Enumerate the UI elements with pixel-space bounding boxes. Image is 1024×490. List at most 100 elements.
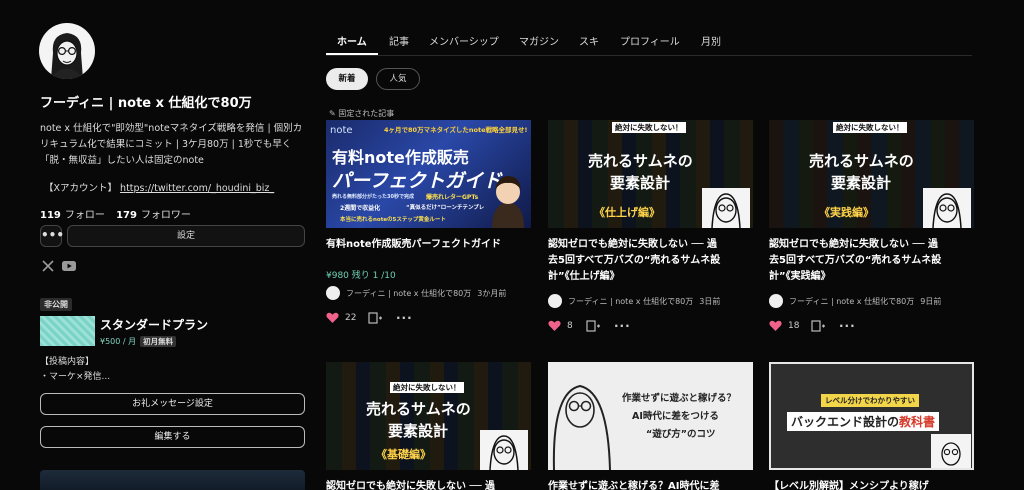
article-more-icon[interactable]: ··· (614, 319, 631, 333)
article-thumbnail[interactable]: レベル分けでわかりやすい バックエンド設計の教科書 (769, 362, 974, 470)
thumb-character-icon (480, 430, 528, 470)
thumb-character-icon (923, 188, 971, 228)
thumb-line1: 売れるサムネの (588, 152, 693, 170)
thumb-line3: 《実践編》 (819, 206, 874, 219)
x-icon[interactable] (42, 260, 54, 272)
tab-home[interactable]: ホーム (337, 33, 367, 48)
add-to-magazine-icon[interactable] (811, 320, 825, 332)
article-title[interactable]: 作業せずに遊ぶと稼げる？AI時代に差 (548, 479, 753, 490)
article-actions: 18 ··· (769, 319, 974, 334)
article-more-icon[interactable]: ··· (396, 311, 413, 325)
filter-new[interactable]: 新着 (326, 68, 368, 90)
edit-membership-button[interactable]: 編集する (40, 426, 305, 448)
post-date: 3日前 (699, 297, 721, 306)
twitter-label: 【Xアカウント】 (44, 183, 118, 194)
thumb-line3: “遊び方”のコツ (646, 429, 716, 440)
thumb-character-icon (552, 384, 611, 470)
bio-line: note x 仕組化で"即効型"noteマネタイズ戦略を発信 | 個別カ (40, 123, 303, 134)
follow-label: フォロー (64, 210, 105, 221)
profile-sidebar: フーディニ | note x 仕組化で80万 note x 仕組化で"即効型"n… (0, 0, 320, 490)
follow-count: 119 (40, 210, 61, 221)
like-heart-icon[interactable] (548, 320, 561, 332)
like-heart-icon[interactable] (769, 320, 782, 332)
author-name: フーディニ | note x 仕組化で80万 3か月前 (346, 288, 506, 299)
article-title-line: 計”《実践編》 (769, 271, 831, 282)
thumb-sub4: “真似るだけ”ローンチテンプレ (406, 205, 485, 211)
active-tab-indicator (326, 53, 378, 55)
thumb-note-logo: note (330, 125, 353, 136)
thumb-line3: 《基礎編》 (376, 448, 431, 461)
add-to-magazine-icon[interactable] (368, 312, 382, 324)
author-avatar (769, 294, 783, 308)
article-title[interactable]: 認知ゼロでも絶対に失敗しない ── 過 去5回すべて万バズの“売れるサムネ設 計… (548, 237, 753, 285)
article-price: ¥980 残り 1 /10 (326, 271, 396, 281)
article-thumbnail[interactable]: 4ヶ月で80万マネタイズしたnote戦略全部見せ! note 有料note作成販… (326, 120, 531, 228)
pinned-label-text: 固定された記事 (338, 109, 395, 118)
membership-plan-thumbnail[interactable] (40, 316, 95, 346)
twitter-link[interactable]: https://twitter.com/_houdini_biz_ (120, 183, 274, 194)
creator-avatar[interactable] (39, 23, 95, 79)
twitter-account-row: 【Xアカウント】 https://twitter.com/_houdini_bi… (44, 180, 274, 194)
follower-count: 179 (116, 210, 137, 221)
bio-line: 「脱・無収益」したい人は固定のnote (40, 155, 204, 166)
thumb-line2: 要素設計 (831, 174, 892, 192)
bio-line: リキュラム化で結果にコミット | 3ケ月80万 | 1秒でも早く (40, 139, 292, 150)
article-title-line: 【レベル別解説】メンシプより稼げ (769, 481, 929, 490)
article-actions: 22 ··· (326, 311, 531, 326)
article-title[interactable]: 認知ゼロでも絶対に失敗しない ── 過 去5回すべて万バズの“売れるサムネ設 計… (769, 237, 974, 285)
tab-membership[interactable]: メンバーシップ (429, 33, 499, 48)
membership-plan-name[interactable]: スタンダードプラン (100, 316, 208, 333)
article-title-line: 去5回すべて万バズの“売れるサムネ設 (548, 255, 721, 266)
more-options-button[interactable]: ••• (40, 225, 64, 247)
thumb-sub5: 本当に売れるnoteの5ステップ黄金ルート (340, 217, 446, 223)
thumb-line1: 売れるサムネの (366, 400, 471, 418)
tab-profile[interactable]: プロフィール (620, 33, 680, 48)
thumb-badge: レベル分けでわかりやすい (821, 394, 919, 407)
article-more-icon[interactable]: ··· (839, 319, 856, 333)
tab-magazines[interactable]: マガジン (519, 33, 559, 48)
author-name-text: フーディニ | note x 仕組化で80万 (568, 297, 694, 306)
plan-price-value: ¥500 / 月 (100, 337, 137, 346)
tab-articles[interactable]: 記事 (389, 33, 409, 48)
thumb-character-icon (702, 188, 750, 228)
thumb-line2: 教科書 (899, 415, 936, 429)
thumb-character-icon (931, 434, 971, 468)
like-heart-icon[interactable] (326, 312, 339, 324)
article-title-line: 認知ゼロでも絶対に失敗しない ── 過 (769, 239, 939, 250)
add-to-magazine-icon[interactable] (586, 320, 600, 332)
trial-badge: 初月無料 (140, 336, 177, 347)
thumb-line1: 作業せずに遊ぶと稼げる？ (622, 393, 737, 404)
article-thumbnail[interactable]: 絶対に失敗しない！ 売れるサムネの 要素設計 《仕上げ編》 (548, 120, 753, 228)
membership-plan-description: 【投稿内容】 ・マーケ×発信... (40, 355, 110, 385)
youtube-icon[interactable] (62, 261, 76, 271)
creator-name: フーディニ | note x 仕組化で80万 (40, 96, 252, 111)
article-title[interactable]: 有料note作成販売パーフェクトガイド (326, 237, 531, 253)
tab-monthly[interactable]: 月別 (701, 33, 721, 48)
article-title-line: 去5回すべて万バズの“売れるサムネ設 (769, 255, 942, 266)
article-title[interactable]: 【レベル別解説】メンシプより稼げ (769, 479, 974, 490)
author-name-text: フーディニ | note x 仕組化で80万 (789, 297, 915, 306)
settings-button[interactable]: 設定 (67, 225, 305, 247)
thanks-message-settings-button[interactable]: お礼メッセージ設定 (40, 393, 305, 415)
article-thumbnail[interactable]: 絶対に失敗しない！ 売れるサムネの 要素設計 《基礎編》 (326, 362, 531, 470)
author-name-text: フーディニ | note x 仕組化で80万 (346, 289, 472, 298)
thumb-badge: 絶対に失敗しない！ (612, 122, 686, 133)
thumb-main-line1: 有料note作成販売 (332, 148, 469, 167)
post-date: 9日前 (920, 297, 942, 306)
article-title-line: 有料note作成販売パーフェクトガイド (326, 239, 501, 250)
article-title[interactable]: 認知ゼロでも絶対に失敗しない ── 過 (326, 479, 531, 490)
pinned-article-label: ✎ 固定された記事 (329, 108, 394, 119)
thumb-sub1: 売れる無料部分がたった30秒で完成 (332, 194, 414, 200)
creator-bio: note x 仕組化で"即効型"noteマネタイズ戦略を発信 | 個別カ リキュ… (40, 121, 304, 169)
filter-popular[interactable]: 人気 (376, 68, 420, 90)
sidebar-banner-image[interactable] (40, 470, 305, 490)
profile-tabs: ホーム 記事 メンバーシップ マガジン スキ プロフィール 月別 (326, 32, 972, 56)
article-thumbnail[interactable]: 絶対に失敗しない！ 売れるサムネの 要素設計 《実践編》 (769, 120, 974, 228)
follow-link[interactable]: 119 フォロー (40, 210, 105, 221)
article-thumbnail[interactable]: 作業せずに遊ぶと稼げる？ AI時代に差をつける “遊び方”のコツ (548, 362, 753, 470)
post-date: 3か月前 (477, 289, 507, 298)
article-title-line: 認知ゼロでも絶対に失敗しない ── 過 (548, 239, 718, 250)
tab-likes[interactable]: スキ (579, 33, 599, 48)
follower-link[interactable]: 179 フォロワー (116, 210, 191, 221)
pin-icon: ✎ (329, 109, 339, 118)
